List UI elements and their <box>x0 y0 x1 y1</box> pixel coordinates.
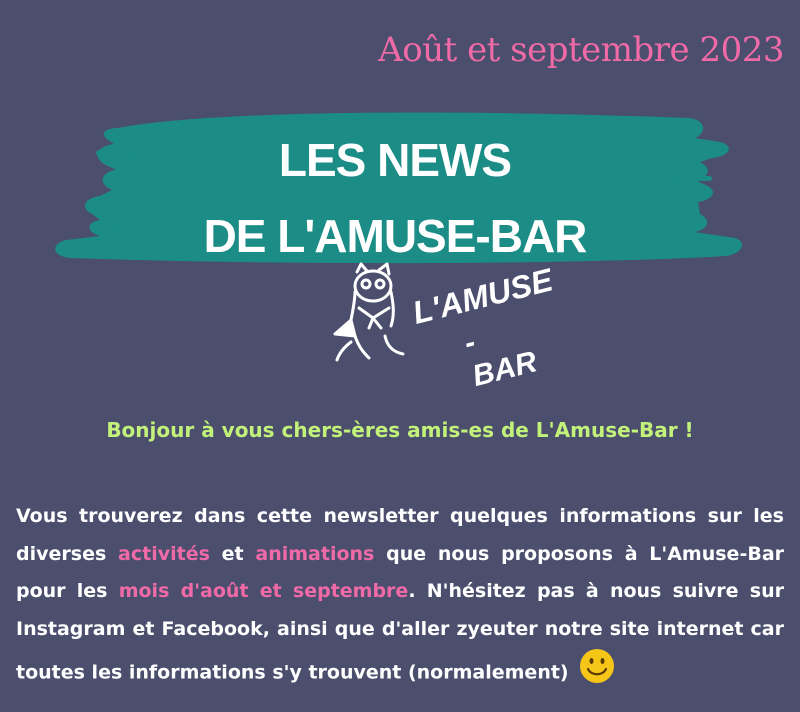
highlight-animations: animations <box>255 542 375 565</box>
greeting-text: Bonjour à vous chers-ères amis-es de L'A… <box>106 418 694 442</box>
highlight-activites: activités <box>118 542 210 565</box>
intro-text-2: et <box>209 542 256 565</box>
smiley-face-icon <box>579 648 615 698</box>
title-line-1: LES NEWS <box>278 134 512 186</box>
intro-paragraph: Vous trouverez dans cette newsletter que… <box>16 498 784 698</box>
amuse-bar-logo: L'AMUSE -BAR <box>325 261 556 393</box>
cat-mascot-icon <box>333 262 405 362</box>
highlight-months: mois d'août et septembre <box>118 580 409 602</box>
newsletter-title: LES NEWS DE L'AMUSE-BAR <box>150 122 640 274</box>
logo-text-line-2: -BAR <box>461 325 541 394</box>
